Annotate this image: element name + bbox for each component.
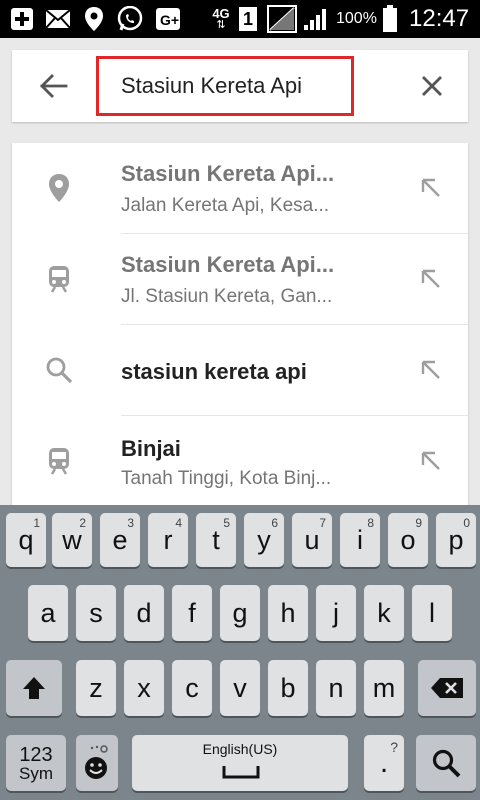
key-t[interactable]: 5t (196, 513, 236, 567)
svg-text:G+: G+ (160, 12, 179, 28)
key-r[interactable]: 4r (148, 513, 188, 567)
suggestion-title: Stasiun Kereta Api... (121, 252, 335, 277)
mail-icon (44, 6, 72, 32)
network-4g-icon: 4G ⇅ (212, 6, 230, 31)
search-input[interactable] (96, 56, 354, 116)
train-icon (44, 264, 74, 294)
space-key[interactable]: English(US) (132, 735, 348, 791)
close-icon (422, 76, 442, 96)
key-l[interactable]: l (412, 585, 452, 641)
key-e[interactable]: 3e (100, 513, 140, 567)
search-bar (12, 50, 468, 122)
key-c[interactable]: c (172, 660, 212, 716)
key-h[interactable]: h (268, 585, 308, 641)
key-s[interactable]: s (76, 585, 116, 641)
suggestion-item[interactable]: stasiun kereta api (12, 325, 468, 416)
soft-keyboard: 1q 2w 3e 4r 5t 6y 7u 8i 9o 0p a s d f g … (0, 505, 480, 800)
key-g[interactable]: g (220, 585, 260, 641)
fill-query-button[interactable] (418, 357, 444, 383)
key-y[interactable]: 6y (244, 513, 284, 567)
key-m[interactable]: m (364, 660, 404, 716)
key-z[interactable]: z (76, 660, 116, 716)
period-key[interactable]: ? . (364, 735, 404, 791)
fill-query-button[interactable] (418, 448, 444, 474)
arrow-up-left-icon (421, 451, 440, 470)
fill-query-button[interactable] (418, 266, 444, 292)
key-b[interactable]: b (268, 660, 308, 716)
search-icon (432, 749, 461, 778)
battery-percent: 100% (336, 10, 377, 27)
clear-button[interactable] (414, 70, 450, 102)
key-p[interactable]: 0p (436, 513, 476, 567)
back-arrow-icon (40, 74, 68, 98)
arrow-up-left-icon (421, 360, 440, 379)
key-q[interactable]: 1q (6, 513, 46, 567)
key-n[interactable]: n (316, 660, 356, 716)
back-button[interactable] (34, 70, 74, 102)
suggestion-subtitle: Jl. Stasiun Kereta, Gan... (121, 286, 333, 307)
key-d[interactable]: d (124, 585, 164, 641)
sim-1-icon: 1 (238, 6, 258, 32)
search-key[interactable] (416, 735, 476, 791)
emoji-key[interactable] (76, 735, 118, 791)
key-j[interactable]: j (316, 585, 356, 641)
search-icon (44, 355, 74, 385)
suggestion-title: Stasiun Kereta Api... (121, 161, 335, 186)
suggestion-item[interactable]: Stasiun Kereta Api... Jalan Kereta Api, … (12, 143, 468, 234)
plus-icon (8, 6, 36, 32)
suggestion-subtitle: Jalan Kereta Api, Kesa... (121, 195, 330, 216)
key-i[interactable]: 8i (340, 513, 380, 567)
backspace-icon (431, 678, 463, 698)
whatsapp-icon (116, 6, 144, 32)
arrow-up-left-icon (421, 269, 440, 288)
key-a[interactable]: a (28, 585, 68, 641)
suggestion-item[interactable]: Stasiun Kereta Api... Jl. Stasiun Kereta… (12, 234, 468, 325)
battery-icon (380, 5, 400, 32)
signal-icon (302, 6, 330, 32)
key-x[interactable]: x (124, 660, 164, 716)
arrow-up-left-icon (421, 178, 440, 197)
no-signal-icon (266, 5, 298, 33)
emoji-icon (85, 745, 108, 779)
key-o[interactable]: 9o (388, 513, 428, 567)
suggestions-list: Stasiun Kereta Api... Jalan Kereta Api, … (12, 143, 468, 505)
symbols-key[interactable]: 123 Sym (6, 735, 66, 791)
shift-key[interactable] (6, 660, 62, 716)
location-pin-icon (82, 6, 106, 32)
fill-query-button[interactable] (418, 175, 444, 201)
key-u[interactable]: 7u (292, 513, 332, 567)
shift-arrow-icon (23, 677, 45, 699)
clock: 12:47 (409, 5, 470, 32)
key-f[interactable]: f (172, 585, 212, 641)
key-k[interactable]: k (364, 585, 404, 641)
key-v[interactable]: v (220, 660, 260, 716)
location-pin-icon (44, 173, 74, 203)
gplus-icon: G+ (154, 6, 182, 32)
space-bar-icon (222, 766, 260, 779)
suggestion-title: Binjai (121, 436, 181, 461)
suggestion-item[interactable]: Binjai Tanah Tinggi, Kota Binj... (12, 416, 468, 505)
key-w[interactable]: 2w (52, 513, 92, 567)
status-bar: G+ 4G ⇅ 1 100% 12:47 (0, 0, 480, 38)
train-icon (44, 446, 74, 476)
backspace-key[interactable] (418, 660, 476, 716)
suggestion-title: stasiun kereta api (121, 359, 307, 384)
keyboard-language: English(US) (202, 741, 278, 757)
suggestion-subtitle: Tanah Tinggi, Kota Binj... (121, 468, 332, 489)
